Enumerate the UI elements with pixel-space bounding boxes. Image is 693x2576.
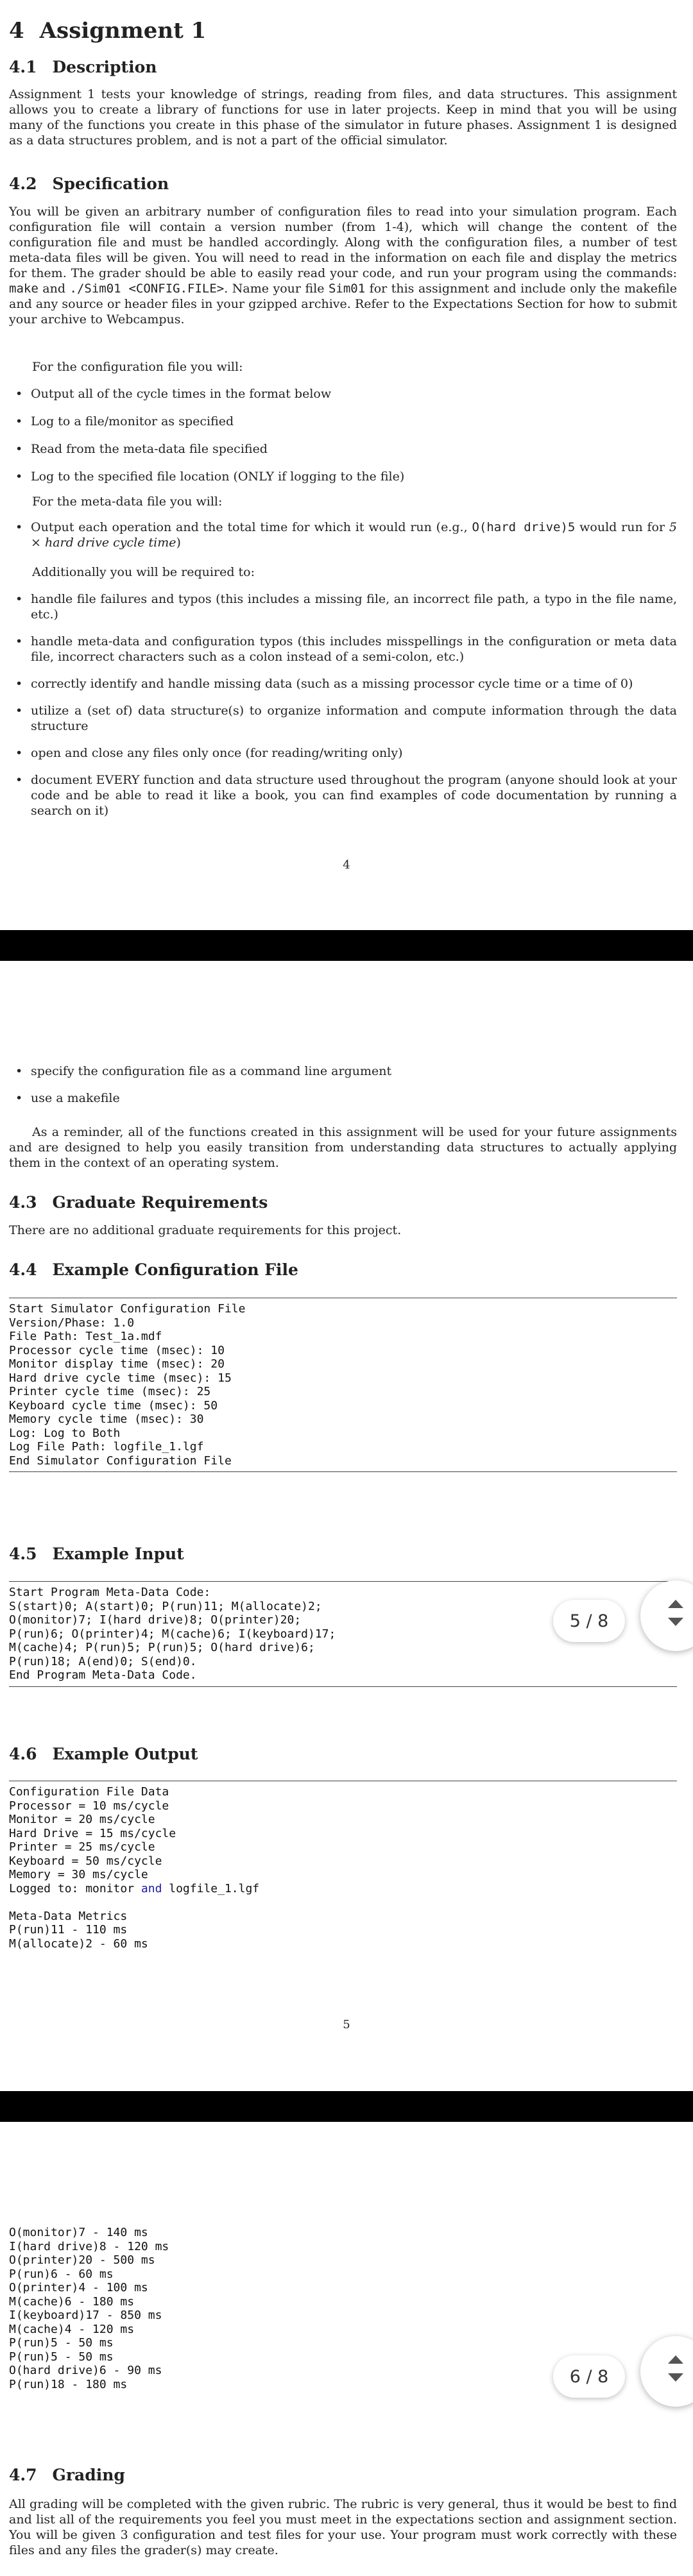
page-number: 4 xyxy=(343,858,350,872)
config-list: • Output all of the cycle times in the fo… xyxy=(9,386,677,496)
list-item: • Log to the specified file location (ONL… xyxy=(15,470,405,484)
page-indicator: 6 / 8 xyxy=(553,2355,625,2398)
arrow-up-icon xyxy=(668,2355,683,2364)
graduate-heading: 4.3 Graduate Requirements xyxy=(9,1193,268,1212)
bullet-icon: • xyxy=(15,773,23,787)
list-item: • Output all of the cycle times in the fo… xyxy=(15,387,332,401)
code-line: Log File Path: logfile_1.lgf xyxy=(9,1440,204,1453)
grading-paragraph: All grading will be completed with the g… xyxy=(9,2497,677,2557)
code-line: Printer cycle time (msec): 25 xyxy=(9,1385,211,1398)
code-line: M(cache)4 - 120 ms xyxy=(9,2322,135,2336)
code-line: O(monitor)7 - 140 ms xyxy=(9,2226,148,2239)
list-item: • document EVERY function and data struct… xyxy=(15,773,677,818)
code-line: Logged to: monitor and logfile_1.lgf xyxy=(9,1881,260,1895)
code-line: Hard drive cycle time (msec): 15 xyxy=(9,1371,232,1385)
list-item: • Log to a file/monitor as specified xyxy=(15,414,234,428)
bullet-icon: • xyxy=(15,634,23,648)
bullet-icon: • xyxy=(15,1064,23,1078)
bullet-icon: • xyxy=(15,470,23,484)
code-line: O(printer)4 - 100 ms xyxy=(9,2281,148,2294)
code-line: Version/Phase: 1.0 xyxy=(9,1316,135,1330)
additional-list-continued: • specify the configuration file as a com… xyxy=(9,1063,677,1117)
bullet-icon: • xyxy=(15,520,23,534)
code-line: Monitor display time (msec): 20 xyxy=(9,1357,225,1371)
code-line: Printer = 25 ms/cycle xyxy=(9,1840,155,1854)
bullet-icon: • xyxy=(15,414,23,428)
bullet-icon: • xyxy=(15,442,23,456)
example-output-heading: 4.6 Example Output xyxy=(9,1745,198,1763)
bullet-icon: • xyxy=(15,677,23,691)
list-item: • Read from the meta-data file specified xyxy=(15,442,268,456)
list-item: • Output each operation and the total tim… xyxy=(15,520,677,550)
page-6: O(monitor)7 - 140 ms I(hard drive)8 - 120… xyxy=(0,2122,693,2576)
code-line: Memory cycle time (msec): 30 xyxy=(9,1412,204,1426)
bullet-icon: • xyxy=(15,746,23,760)
section-heading: 4 Assignment 1 xyxy=(9,18,207,44)
page-number: 5 xyxy=(343,2018,350,2031)
code-line: Configuration File Data xyxy=(9,1785,169,1799)
code-line: I(keyboard)17 - 850 ms xyxy=(9,2309,162,2322)
page-gap xyxy=(0,2091,693,2122)
list-item: • use a makefile xyxy=(15,1091,120,1105)
meta-intro: For the meta-data file you will: xyxy=(32,495,223,509)
description-heading: 4.1 Description xyxy=(9,58,157,76)
code-line: P(run)11 - 110 ms xyxy=(9,1923,128,1936)
list-item: • utilize a (set of) data structure(s) to… xyxy=(15,704,677,733)
list-item: • specify the configuration file as a com… xyxy=(15,1064,392,1078)
bullet-icon: • xyxy=(15,1091,23,1105)
arrow-up-icon xyxy=(668,1600,683,1608)
list-item: • open and close any files only once (for… xyxy=(15,746,403,760)
code-line: M(cache)6 - 180 ms xyxy=(9,2294,135,2309)
code-line: M(cache)4; P(run)5; P(run)5; O(hard driv… xyxy=(9,1641,315,1654)
code-line: File Path: Test_1a.mdf xyxy=(9,1330,162,1343)
example-config-heading: 4.4 Example Configuration File xyxy=(9,1260,298,1279)
meta-list: • Output each operation and the total tim… xyxy=(9,520,677,550)
specification-heading: 4.2 Specification xyxy=(9,174,169,193)
config-intro: For the configuration file you will: xyxy=(32,360,243,374)
graduate-paragraph: There are no additional graduate require… xyxy=(9,1223,402,1237)
page-5: • specify the configuration file as a com… xyxy=(0,961,693,2091)
specification-paragraph: You will be given an arbitrary number of… xyxy=(9,205,678,326)
additional-intro: Additionally you will be required to: xyxy=(32,565,255,579)
code-line: Log: Log to Both xyxy=(9,1426,121,1440)
code-line: Start Simulator Configuration File xyxy=(9,1302,246,1316)
config-code-block: Start Simulator Configuration File Versio… xyxy=(9,1298,677,1472)
code-line: P(run)6 - 60 ms xyxy=(9,2267,114,2281)
code-line: Hard Drive = 15 ms/cycle xyxy=(9,1826,176,1840)
code-line: Keyboard cycle time (msec): 50 xyxy=(9,1398,218,1412)
list-item: • handle file failures and typos (this in… xyxy=(15,592,677,622)
grading-heading: 4.7 Grading xyxy=(9,2466,125,2484)
description-paragraph: Assignment 1 tests your knowledge of str… xyxy=(9,87,677,148)
code-line: Start Program Meta-Data Code: xyxy=(9,1586,211,1599)
additional-list: • handle file failures and typos (this in… xyxy=(9,591,677,830)
code-line: P(run)5 - 50 ms xyxy=(9,2336,114,2350)
bullet-icon: • xyxy=(15,592,23,606)
code-line: O(printer)20 - 500 ms xyxy=(9,2253,155,2267)
arrow-down-icon xyxy=(668,2373,683,2382)
code-line: M(allocate)2 - 60 ms xyxy=(9,1936,148,1951)
code-line: End Program Meta-Data Code. xyxy=(9,1668,197,1682)
example-input-heading: 4.5 Example Input xyxy=(9,1545,184,1563)
code-line: End Simulator Configuration File xyxy=(9,1453,232,1468)
reminder-paragraph: As a reminder, all of the functions crea… xyxy=(9,1125,677,1170)
code-line: Processor cycle time (msec): 10 xyxy=(9,1343,225,1357)
bullet-icon: • xyxy=(15,387,23,401)
code-line: Processor = 10 ms/cycle xyxy=(9,1799,169,1813)
output-code-block: Configuration File Data Processor = 10 ms… xyxy=(9,1781,677,1954)
list-item: • correctly identify and handle missing d… xyxy=(15,677,633,691)
code-line: Monitor = 20 ms/cycle xyxy=(9,1813,155,1826)
code-line: Meta-Data Metrics xyxy=(9,1909,128,1923)
code-line: P(run)18; A(end)0; S(end)0. xyxy=(9,1654,197,1668)
page-indicator: 5 / 8 xyxy=(553,1600,625,1642)
code-line: Memory = 30 ms/cycle xyxy=(9,1868,148,1881)
code-line: I(hard drive)8 - 120 ms xyxy=(9,2239,169,2253)
page-4: 4 Assignment 1 4.1 Description Assignment … xyxy=(0,0,693,930)
arrow-down-icon xyxy=(668,1618,683,1626)
bullet-icon: • xyxy=(15,704,23,718)
code-line: Keyboard = 50 ms/cycle xyxy=(9,1854,162,1868)
page-gap xyxy=(0,930,693,961)
list-item: • handle meta-data and configuration typo… xyxy=(15,634,677,664)
